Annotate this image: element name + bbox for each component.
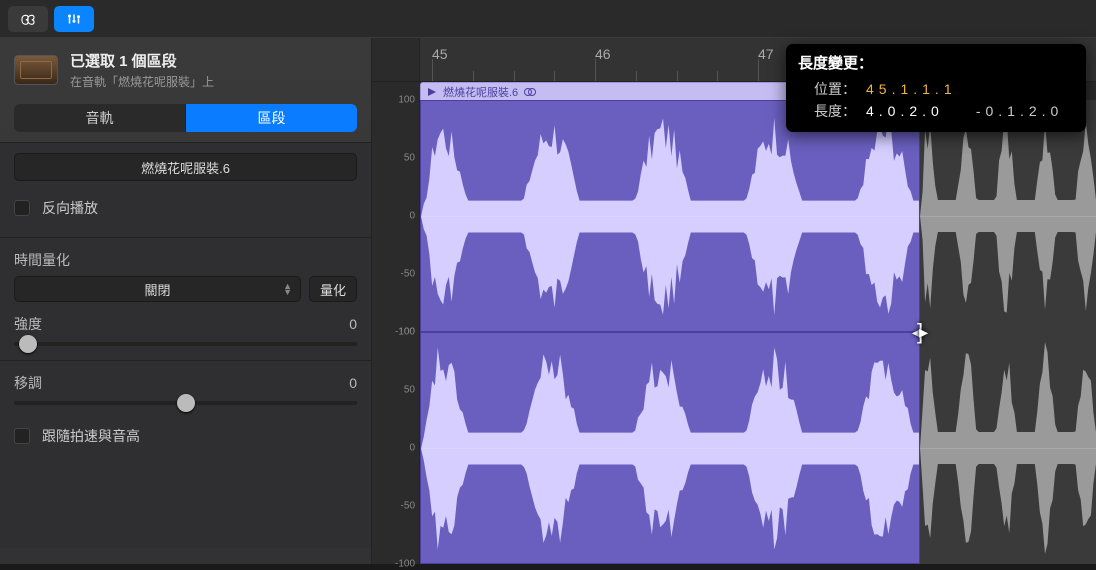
y-tick-label: 50 [404,385,415,396]
reverse-playback-label: 反向播放 [42,198,98,218]
y-tick-label: 0 [409,443,415,454]
y-tick-label: 0 [409,211,415,222]
region-name-field[interactable]: 燃燒花呢服裝.6 [14,153,357,181]
follow-tempo-checkbox[interactable] [14,428,30,444]
y-tick-label: -100 [395,559,415,570]
selection-title: 已選取 1 個區段 [70,50,357,71]
transpose-slider-thumb[interactable] [177,394,195,412]
y-axis: 100500-50-100 [372,332,420,564]
transpose-slider[interactable] [14,401,357,405]
tooltip-len-value: 4.0.2.0 [866,100,944,122]
stereo-icon [524,87,536,97]
selection-subtitle: 在音軌「燃燒花呢服裝」上 [70,73,357,90]
waveform-lane[interactable]: 100500-50-100 [372,332,1096,564]
strength-label: 強度 [14,314,42,334]
tab-track[interactable]: 音軌 [14,104,186,132]
audio-editor: 454647 燃燒花呢服裝.6 100500-50-100100500-50-1… [372,38,1096,564]
chevron-updown-icon: ▲▼ [283,283,292,295]
waveform-lane[interactable]: 100500-50-100 [372,100,1096,332]
track-icon [14,55,58,85]
trimmed-region [920,100,1096,332]
follow-tempo-row[interactable]: 跟隨拍速與音高 [14,421,357,451]
quantize-section-label: 時間量化 [14,250,357,270]
y-axis: 100500-50-100 [372,100,420,332]
inspector-header: 已選取 1 個區段 在音軌「燃燒花呢服裝」上 [0,38,371,98]
tab-region[interactable]: 區段 [186,104,357,132]
quantize-select[interactable]: 關閉 ▲▼ [14,276,301,302]
reverse-playback-row[interactable]: 反向播放 [14,193,357,223]
reverse-playback-checkbox[interactable] [14,200,30,216]
tooltip-len-delta: -0.1.2.0 [976,100,1063,122]
strength-slider-thumb[interactable] [19,335,37,353]
length-change-tooltip: 長度變更： 位置： 45.1.1.1 長度： 4.0.2.0 -0.1.2.0 [786,44,1086,132]
y-tick-label: -50 [401,501,415,512]
y-tick-label: 100 [398,327,415,338]
waveform-plot[interactable] [420,100,1096,332]
waveform-plot[interactable] [420,332,1096,564]
inspector-panel: 已選取 1 個區段 在音軌「燃燒花呢服裝」上 音軌 區段 燃燒花呢服裝.6 反向… [0,38,372,564]
transpose-value[interactable]: 0 [349,375,357,391]
ruler-bar-number: 45 [432,46,448,62]
selected-region[interactable] [420,100,920,332]
tooltip-len-label: 長度： [814,100,860,122]
y-tick-label: 100 [398,95,415,106]
quantize-button[interactable]: 量化 [309,276,357,302]
tooltip-title: 長度變更： [798,52,1074,73]
ruler-bar-number: 47 [758,46,774,62]
y-tick-label: 50 [404,153,415,164]
strength-slider[interactable] [14,342,357,346]
follow-tempo-label: 跟隨拍速與音高 [42,426,140,446]
waveform-lanes[interactable]: 100500-50-100100500-50-100◂]▸ [372,100,1096,564]
filter-button[interactable] [54,6,94,32]
play-icon [427,87,437,97]
transpose-label: 移調 [14,373,42,393]
loop-mode-button[interactable] [8,6,48,32]
tooltip-pos-label: 位置： [814,78,860,100]
quantize-select-value: 關閉 [144,280,170,299]
tooltip-pos-value: 45.1.1.1 [866,78,957,100]
selected-region[interactable] [420,332,920,564]
loop-icon [19,12,37,26]
filter-icon [65,12,83,26]
y-tick-label: -50 [401,269,415,280]
trimmed-region [920,332,1096,564]
region-header-label: 燃燒花呢服裝.6 [443,84,518,100]
ruler-bar-number: 46 [595,46,611,62]
inspector-tabs: 音軌 區段 [0,98,371,142]
top-toolbar [0,0,1096,38]
strength-value[interactable]: 0 [349,316,357,332]
